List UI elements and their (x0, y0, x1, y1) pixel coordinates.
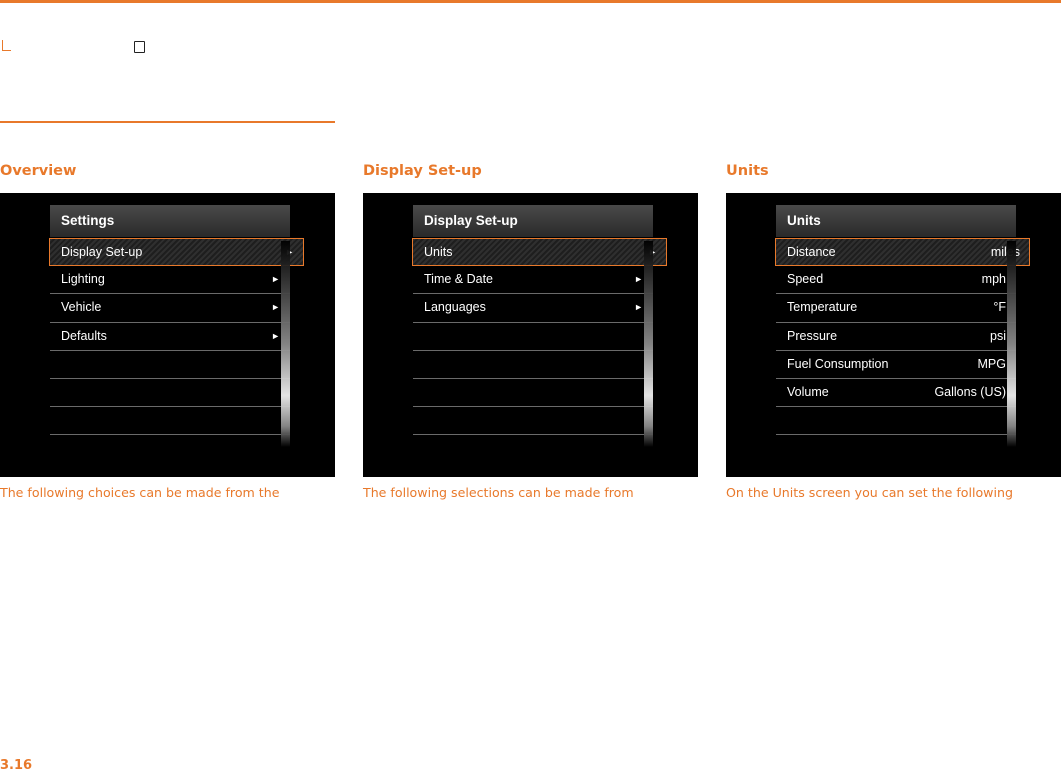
display-screen: Units Distance miles Speed mph Temperature… (726, 193, 1061, 477)
menu-row-empty (776, 407, 1016, 436)
row-value: MPG (977, 356, 1006, 371)
menu-row-empty (413, 407, 653, 436)
display-setup-menu: Display Set-up Units► Time & Date► Langu… (412, 205, 667, 436)
row-label: Temperature (787, 300, 858, 315)
row-value: Gallons (US) (934, 384, 1006, 399)
row-label: Languages (424, 300, 486, 315)
row-label: Lighting (61, 272, 105, 287)
menu-row-empty (413, 323, 653, 351)
menu-row-fuel-consumption[interactable]: Fuel Consumption MPG (776, 351, 1016, 379)
row-label: Volume (787, 384, 829, 399)
menu-title: Settings (50, 205, 290, 237)
row-value: °F (993, 300, 1006, 315)
scrollbar[interactable] (644, 241, 653, 447)
menu-row-volume[interactable]: Volume Gallons (US) (776, 379, 1016, 408)
column-display-setup: Display Set-up Display Set-up Units► Tim… (363, 160, 699, 502)
menu-row-empty (50, 407, 290, 436)
caption: The following selections can be made fro… (363, 485, 634, 500)
arrow-right-icon: ► (634, 302, 643, 313)
corner-mark-icon (2, 40, 11, 51)
menu-row-empty (50, 351, 290, 379)
checkbox-outline-icon (134, 41, 145, 53)
column-heading: Display Set-up (363, 163, 482, 179)
column-heading: Units (726, 163, 769, 179)
column-overview: Overview Settings Display Set-up► Lighti… (0, 160, 336, 502)
display-screen: Settings Display Set-up► Lighting► Vehic… (0, 193, 335, 477)
column-heading: Overview (0, 163, 77, 179)
menu-row-distance[interactable]: Distance miles (775, 238, 1030, 267)
scrollbar[interactable] (281, 241, 290, 447)
column-units: Units Units Distance miles Speed mph Tempe… (726, 160, 1061, 502)
row-value: mph (981, 272, 1006, 287)
row-label: Time & Date (424, 272, 494, 287)
row-label: Defaults (61, 328, 107, 343)
display-screen: Display Set-up Units► Time & Date► Langu… (363, 193, 698, 477)
menu-row-languages[interactable]: Languages ► (413, 294, 653, 323)
row-label: Distance (787, 245, 836, 259)
menu-title: Units (776, 205, 1016, 237)
menu-row-temperature[interactable]: Temperature °F (776, 294, 1016, 323)
menu-row-speed[interactable]: Speed mph (776, 266, 1016, 295)
row-label: Fuel Consumption (787, 356, 889, 371)
row-label: Speed (787, 272, 824, 287)
arrow-right-icon: ► (271, 330, 280, 341)
section-rule (0, 121, 335, 123)
top-rule (0, 0, 1061, 3)
settings-menu: Settings Display Set-up► Lighting► Vehic… (49, 205, 304, 436)
row-label: Pressure (787, 328, 838, 343)
page-number: 3.16 (0, 758, 33, 773)
row-label: Units (424, 245, 453, 259)
arrow-right-icon: ► (634, 274, 643, 285)
menu-row-lighting[interactable]: Lighting ► (50, 266, 290, 295)
menu-row-vehicle[interactable]: Vehicle ► (50, 294, 290, 323)
menu-row-empty (50, 379, 290, 408)
row-value: psi (990, 328, 1006, 343)
row-label: Vehicle (61, 300, 102, 315)
caption: On the Units screen you can set the foll… (726, 485, 1013, 500)
menu-title: Display Set-up (413, 205, 653, 237)
menu-row-units[interactable]: Units► (412, 238, 667, 267)
arrow-right-icon: ► (271, 302, 280, 313)
menu-row-empty (413, 379, 653, 408)
menu-row-empty (413, 351, 653, 379)
scrollbar[interactable] (1007, 241, 1016, 447)
arrow-right-icon: ► (271, 274, 280, 285)
caption: The following choices can be made from t… (0, 485, 280, 500)
units-menu: Units Distance miles Speed mph Temperature… (775, 205, 1030, 436)
menu-row-time-date[interactable]: Time & Date ► (413, 266, 653, 295)
row-label: Display Set-up (61, 245, 143, 259)
menu-row-defaults[interactable]: Defaults ► (50, 323, 290, 351)
menu-row-pressure[interactable]: Pressure psi (776, 323, 1016, 351)
menu-row-display-setup[interactable]: Display Set-up► (49, 238, 304, 267)
